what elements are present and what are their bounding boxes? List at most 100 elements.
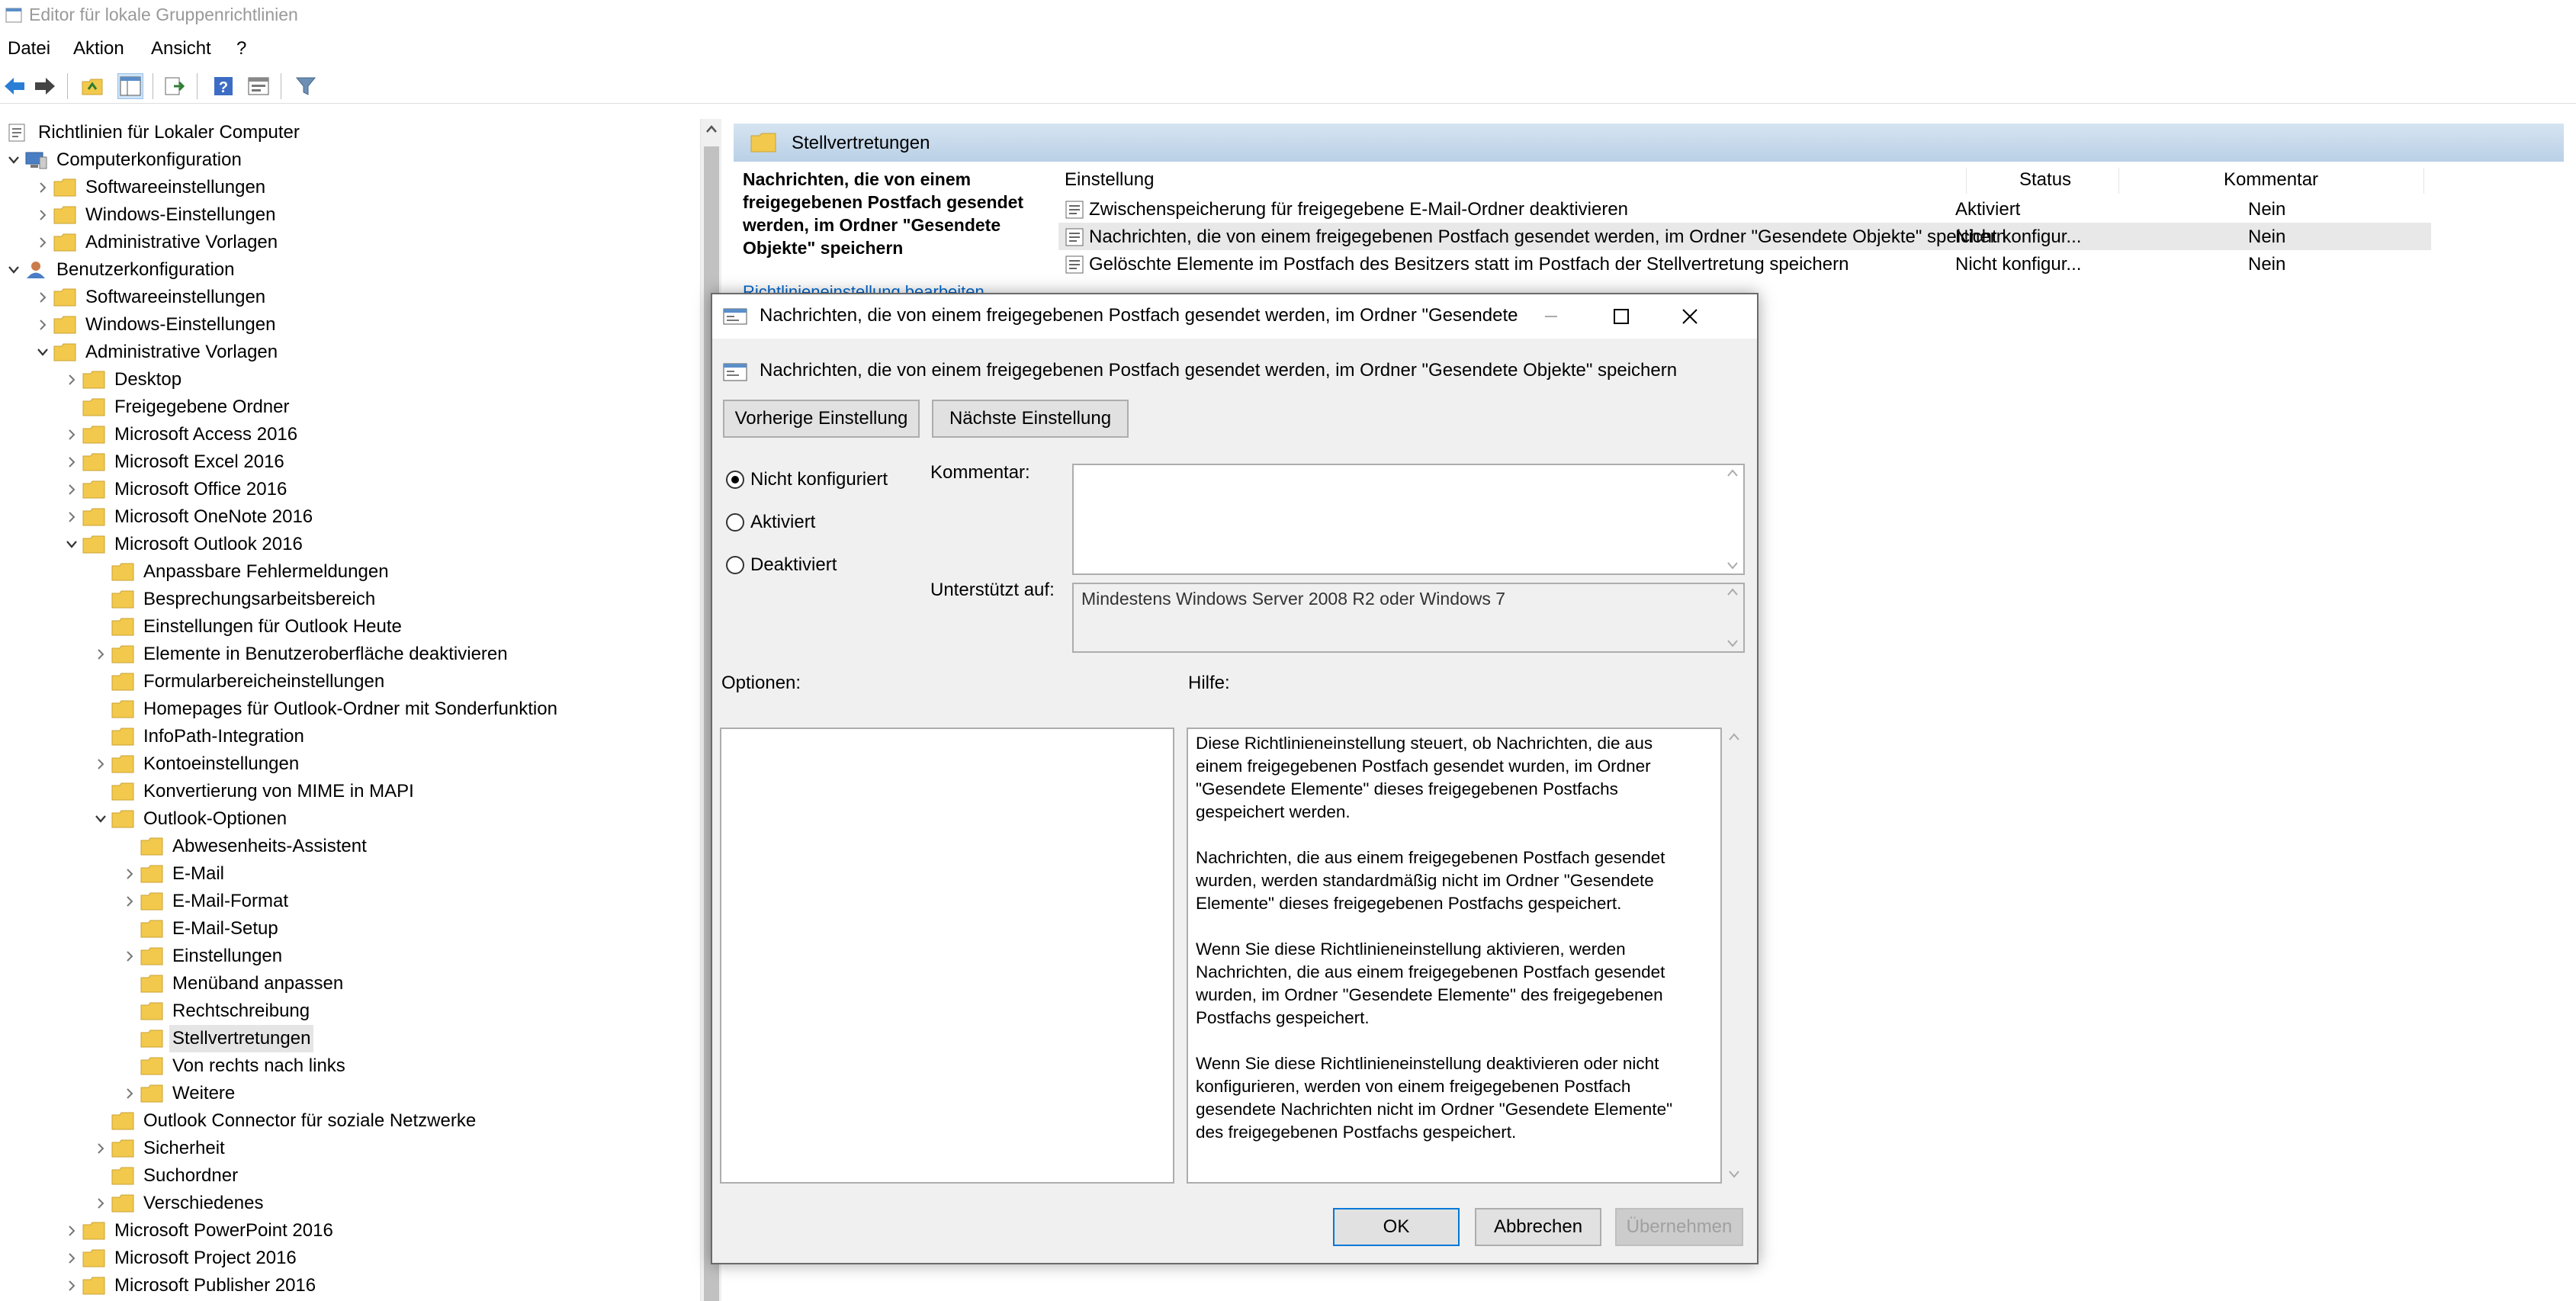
tree-item[interactable]: Homepages für Outlook-Ordner mit Sonderf… (90, 695, 560, 723)
tree-item[interactable]: Softwareeinstellungen (32, 284, 268, 311)
tree-item[interactable]: Softwareeinstellungen (32, 174, 268, 201)
tree-item[interactable]: Suchordner (90, 1162, 241, 1190)
tree-item[interactable]: Konvertierung von MIME in MAPI (90, 778, 417, 805)
tree-item[interactable]: Stellvertretungen (119, 1025, 314, 1052)
scroll-down-icon[interactable] (1726, 561, 1739, 570)
tree-item[interactable]: Formularbereicheinstellungen (90, 668, 387, 695)
column-header-comment[interactable]: Kommentar (2224, 165, 2318, 195)
settings-list-row[interactable]: Nachrichten, die von einem freigegebenen… (1058, 223, 2431, 250)
chevron-right-icon[interactable] (90, 1190, 111, 1217)
ok-button[interactable]: OK (1333, 1208, 1460, 1246)
tree-item[interactable]: Microsoft Office 2016 (61, 476, 290, 503)
show-hide-tree-icon[interactable] (117, 73, 143, 99)
menu-aktion[interactable]: Aktion (73, 38, 124, 59)
chevron-right-icon[interactable] (32, 311, 53, 339)
scroll-down-icon[interactable] (1728, 1170, 1740, 1179)
chevron-right-icon[interactable] (119, 943, 140, 970)
help-scrollbar[interactable] (1723, 728, 1745, 1184)
chevron-right-icon[interactable] (119, 860, 140, 888)
menu-ansicht[interactable]: Ansicht (151, 38, 211, 59)
tree-item[interactable]: E-Mail-Format (119, 888, 291, 915)
tree-item[interactable]: Weitere (119, 1080, 238, 1107)
close-icon[interactable] (1664, 299, 1716, 334)
tree-item[interactable]: E-Mail (119, 860, 227, 888)
tree-item[interactable]: Anpassbare Fehlermeldungen (90, 558, 392, 586)
tree-item[interactable]: Richtlinien für Lokaler Computer (3, 119, 303, 146)
chevron-right-icon[interactable] (32, 201, 53, 229)
chevron-right-icon[interactable] (90, 1135, 111, 1162)
up-folder-icon[interactable] (79, 73, 105, 99)
tree-item[interactable]: Administrative Vorlagen (32, 339, 281, 366)
tree-item[interactable]: Microsoft Publisher 2016 (61, 1272, 319, 1299)
radio-circle[interactable] (726, 513, 744, 532)
chevron-down-icon[interactable] (3, 146, 24, 174)
radio-circle[interactable] (726, 556, 744, 574)
tree-item[interactable]: Von rechts nach links (119, 1052, 348, 1080)
chevron-right-icon[interactable] (32, 284, 53, 311)
tree-item[interactable]: E-Mail-Setup (119, 915, 281, 943)
chevron-right-icon[interactable] (61, 1245, 82, 1272)
maximize-icon[interactable] (1595, 299, 1647, 334)
tree-item[interactable]: Outlook-Optionen (90, 805, 290, 833)
menu-help[interactable]: ? (236, 38, 246, 59)
tree-item[interactable]: Freigegebene Ordner (61, 394, 292, 421)
radio-disabled[interactable]: Deaktiviert (726, 552, 837, 578)
tree-item[interactable]: Einstellungen (119, 943, 285, 970)
column-header-setting[interactable]: Einstellung (1065, 165, 1154, 195)
column-header-status[interactable]: Status (2019, 165, 2071, 195)
chevron-down-icon[interactable] (90, 805, 111, 833)
tree-item[interactable]: Microsoft Project 2016 (61, 1245, 300, 1272)
chevron-right-icon[interactable] (32, 229, 53, 256)
chevron-right-icon[interactable] (61, 503, 82, 531)
filter-icon[interactable] (293, 73, 319, 99)
tree-item[interactable]: Microsoft Access 2016 (61, 421, 300, 448)
properties-icon[interactable] (246, 73, 271, 99)
tree-item[interactable]: Windows-Einstellungen (32, 311, 278, 339)
chevron-right-icon[interactable] (61, 1272, 82, 1299)
radio-enabled[interactable]: Aktiviert (726, 509, 815, 535)
previous-setting-button[interactable]: Vorherige Einstellung (723, 400, 920, 438)
tree-item[interactable]: Menüband anpassen (119, 970, 346, 997)
chevron-right-icon[interactable] (90, 641, 111, 668)
tree-item[interactable]: Administrative Vorlagen (32, 229, 281, 256)
tree-item[interactable]: Windows-Einstellungen (32, 201, 278, 229)
tree-item[interactable]: Besprechungsarbeitsbereich (90, 586, 378, 613)
menu-datei[interactable]: Datei (8, 38, 50, 59)
tree-item[interactable]: Microsoft Outlook 2016 (61, 531, 306, 558)
tree-item[interactable]: Rechtschreibung (119, 997, 313, 1025)
tree-item[interactable]: Sicherheit (90, 1135, 228, 1162)
tree-item[interactable]: Computerkonfiguration (3, 146, 245, 174)
radio-not-configured[interactable]: Nicht konfiguriert (726, 467, 888, 493)
scroll-up-icon[interactable] (705, 124, 718, 134)
tree-item[interactable]: Abwesenheits-Assistent (119, 833, 370, 860)
chevron-right-icon[interactable] (61, 366, 82, 394)
tree-item[interactable]: Kontoeinstellungen (90, 750, 302, 778)
cancel-button[interactable]: Abbrechen (1475, 1208, 1601, 1246)
forward-arrow-icon[interactable] (32, 73, 58, 99)
settings-list-row[interactable]: Gelöschte Elemente im Postfach des Besit… (1058, 250, 2431, 278)
tree-item[interactable]: InfoPath-Integration (90, 723, 307, 750)
scroll-up-icon[interactable] (1726, 468, 1739, 477)
chevron-down-icon[interactable] (32, 339, 53, 366)
scroll-up-icon[interactable] (1726, 587, 1739, 596)
settings-list-row[interactable]: Zwischenspeicherung für freigegebene E-M… (1058, 195, 2431, 223)
back-arrow-icon[interactable] (2, 73, 27, 99)
scroll-down-icon[interactable] (1726, 639, 1739, 648)
next-setting-button[interactable]: Nächste Einstellung (932, 400, 1129, 438)
comment-textbox[interactable] (1072, 464, 1745, 575)
chevron-right-icon[interactable] (61, 1217, 82, 1245)
radio-circle[interactable] (726, 471, 744, 489)
chevron-right-icon[interactable] (61, 421, 82, 448)
tree-item[interactable]: Desktop (61, 366, 185, 394)
help-icon[interactable]: ? (210, 73, 236, 99)
chevron-right-icon[interactable] (90, 750, 111, 778)
chevron-right-icon[interactable] (32, 174, 53, 201)
scroll-up-icon[interactable] (1728, 732, 1740, 741)
chevron-right-icon[interactable] (61, 448, 82, 476)
chevron-right-icon[interactable] (119, 888, 140, 915)
supported-on-scrollbar[interactable] (1722, 584, 1743, 651)
chevron-right-icon[interactable] (119, 1080, 140, 1107)
tree-item[interactable]: Verschiedenes (90, 1190, 266, 1217)
tree-item[interactable]: Einstellungen für Outlook Heute (90, 613, 405, 641)
export-list-icon[interactable] (162, 73, 188, 99)
